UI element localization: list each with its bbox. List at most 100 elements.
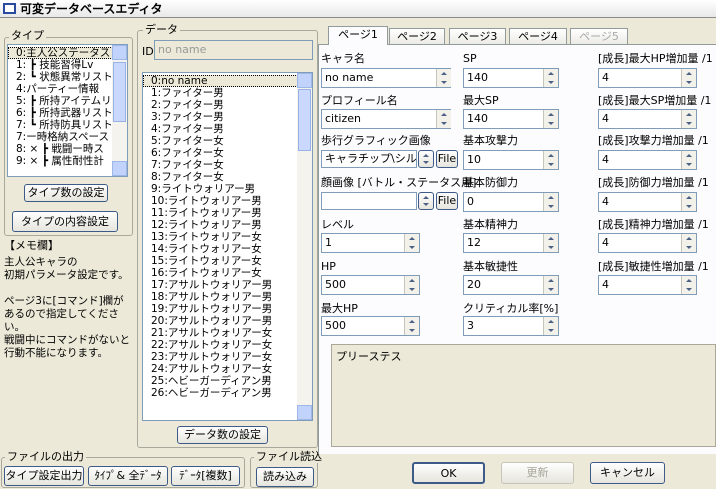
- list-item[interactable]: 12:ライトウォリアー男: [143, 219, 312, 231]
- max-hp-input[interactable]: 500: [321, 316, 420, 336]
- profile-input[interactable]: citizen: [321, 109, 451, 129]
- growth-mind-spinner[interactable]: [681, 234, 696, 252]
- list-item[interactable]: 1:ファイター男: [143, 87, 312, 99]
- ok-button[interactable]: OK: [412, 462, 485, 484]
- growth-hp-spinner[interactable]: [681, 69, 696, 87]
- critical-spinner[interactable]: [543, 317, 558, 335]
- critical-input[interactable]: 3: [463, 316, 559, 336]
- tab-page4[interactable]: ページ4: [509, 28, 567, 44]
- attack-input[interactable]: 10: [463, 150, 559, 170]
- walk-graphic-file-button[interactable]: File: [436, 150, 458, 168]
- list-item[interactable]: 7: ┗ 所持防具リスト: [8, 119, 127, 131]
- scroll-thumb[interactable]: [298, 89, 311, 151]
- tab-page3[interactable]: ページ3: [449, 28, 506, 44]
- list-item[interactable]: 0:no name: [143, 75, 312, 87]
- chara-name-spin[interactable]: [436, 69, 451, 87]
- list-item[interactable]: 2: ┗ 状態異常リスト: [8, 71, 127, 83]
- list-item[interactable]: 25:ヘビーガーディアン男: [143, 375, 312, 387]
- list-item[interactable]: 18:アサルトウォリアー男: [143, 291, 312, 303]
- data-multiple-button[interactable]: ﾃﾞｰﾀ[複数]: [171, 466, 240, 486]
- scroll-thumb[interactable]: [113, 62, 126, 122]
- list-item[interactable]: 9:ライトウォリアー男: [143, 183, 312, 195]
- cancel-button[interactable]: キャンセル: [590, 462, 665, 484]
- growth-attack-input[interactable]: 4: [598, 150, 697, 170]
- defense-input[interactable]: 0: [463, 192, 559, 212]
- data-list[interactable]: 0:no name 1:ファイター男 2:ファイター男 3:ファイター男 4:ファイター…: [142, 72, 313, 421]
- list-item[interactable]: 10:ライトウォリアー男: [143, 195, 312, 207]
- growth-sp-input[interactable]: 4: [598, 109, 697, 129]
- hp-input[interactable]: 500: [321, 275, 420, 295]
- list-item[interactable]: 11:ライトウォリアー男: [143, 207, 312, 219]
- growth-agility-input[interactable]: 4: [598, 275, 697, 295]
- list-item[interactable]: 15:ライトウォリアー女: [143, 255, 312, 267]
- list-item[interactable]: 13:ライトウォリアー女: [143, 231, 312, 243]
- growth-hp-input[interactable]: 4: [598, 68, 697, 88]
- growth-attack-spinner[interactable]: [681, 151, 696, 169]
- list-item[interactable]: 6: ┣ 所持武器リスト: [8, 107, 127, 119]
- list-item[interactable]: 24:アサルトウォリアー女: [143, 363, 312, 375]
- type-list[interactable]: 0:主人公ステータス 1: ┣ 技能習得Lv 2: ┗ 状態異常リスト 4:パーティー…: [7, 44, 128, 177]
- level-input[interactable]: 1: [321, 233, 420, 253]
- hp-spinner[interactable]: [404, 276, 419, 294]
- list-item[interactable]: 17:アサルトウォリアー男: [143, 279, 312, 291]
- tab-page5[interactable]: ページ5: [570, 28, 628, 44]
- growth-agility-spinner[interactable]: [681, 276, 696, 294]
- mind-input[interactable]: 12: [463, 233, 559, 253]
- type-content-button[interactable]: タイプの内容設定: [12, 211, 118, 232]
- max-hp-spinner[interactable]: [404, 317, 419, 335]
- growth-sp-spinner[interactable]: [681, 110, 696, 128]
- walk-graphic-input[interactable]: キャラチップ\シルエット: [321, 150, 417, 168]
- agility-input[interactable]: 20: [463, 275, 559, 295]
- chara-name-input[interactable]: no name: [321, 68, 451, 88]
- list-item[interactable]: 14:ライトウォリアー女: [143, 243, 312, 255]
- sp-input[interactable]: 140: [463, 68, 559, 88]
- face-input[interactable]: [321, 192, 417, 210]
- profile-spin[interactable]: [436, 110, 451, 128]
- list-item[interactable]: 9: × ┣ 属性耐性計: [8, 155, 127, 167]
- mind-spinner[interactable]: [543, 234, 558, 252]
- tab-page2[interactable]: ページ2: [389, 28, 445, 44]
- max-sp-spinner[interactable]: [543, 110, 558, 128]
- list-item[interactable]: 5:ファイター女: [143, 135, 312, 147]
- list-item[interactable]: 8:ファイター女: [143, 171, 312, 183]
- list-item[interactable]: 5: ┣ 所持アイテムリスト: [8, 95, 127, 107]
- data-name-field[interactable]: no name: [154, 40, 313, 60]
- load-button[interactable]: 読み込み: [256, 467, 314, 487]
- list-item[interactable]: 0:主人公ステータス: [8, 47, 127, 59]
- list-item[interactable]: 20:アサルトウォリアー男: [143, 315, 312, 327]
- level-spinner[interactable]: [404, 234, 419, 252]
- tab-page1[interactable]: ページ1: [328, 26, 388, 45]
- list-item[interactable]: 7:ファイター女: [143, 159, 312, 171]
- list-item[interactable]: 6:ファイター女: [143, 147, 312, 159]
- list-item[interactable]: 22:アサルトウォリアー女: [143, 339, 312, 351]
- list-item[interactable]: 1: ┣ 技能習得Lv: [8, 59, 127, 71]
- list-item[interactable]: 8: × ┣ 戦闘ー時ス: [8, 143, 127, 155]
- scroll-down-button[interactable]: [297, 405, 312, 420]
- list-item[interactable]: 4:パーティー情報: [8, 83, 127, 95]
- growth-mind-input[interactable]: 4: [598, 233, 697, 253]
- type-settings-output-button[interactable]: タイプ設定出力: [4, 466, 84, 486]
- scroll-up-button[interactable]: [297, 73, 312, 88]
- face-spin[interactable]: [418, 192, 434, 210]
- sp-spinner[interactable]: [543, 69, 558, 87]
- list-item[interactable]: 7:ー時格納スペース: [8, 131, 127, 143]
- attack-spinner[interactable]: [543, 151, 558, 169]
- list-item[interactable]: 21:アサルトウォリアー女: [143, 327, 312, 339]
- growth-defense-input[interactable]: 4: [598, 192, 697, 212]
- type-count-button[interactable]: タイプ数の設定: [24, 184, 108, 202]
- growth-defense-spinner[interactable]: [681, 193, 696, 211]
- list-item[interactable]: 16:ライトウォリアー女: [143, 267, 312, 279]
- update-button[interactable]: 更新: [501, 462, 574, 484]
- scroll-down-button[interactable]: [112, 161, 127, 176]
- scroll-up-button[interactable]: [112, 45, 127, 60]
- defense-spinner[interactable]: [543, 193, 558, 211]
- type-all-data-button[interactable]: ﾀｲﾌﾟ& 全ﾃﾞｰﾀ: [88, 466, 168, 486]
- type-list-scrollbar[interactable]: [112, 45, 127, 176]
- list-item[interactable]: 2:ファイター男: [143, 99, 312, 111]
- list-item[interactable]: 3:ファイター男: [143, 111, 312, 123]
- face-file-button[interactable]: File: [436, 192, 458, 210]
- data-count-button[interactable]: データ数の設定: [177, 426, 268, 444]
- list-item[interactable]: 4:ファイター男: [143, 123, 312, 135]
- max-sp-input[interactable]: 140: [463, 109, 559, 129]
- list-item[interactable]: 19:アサルトウォリアー男: [143, 303, 312, 315]
